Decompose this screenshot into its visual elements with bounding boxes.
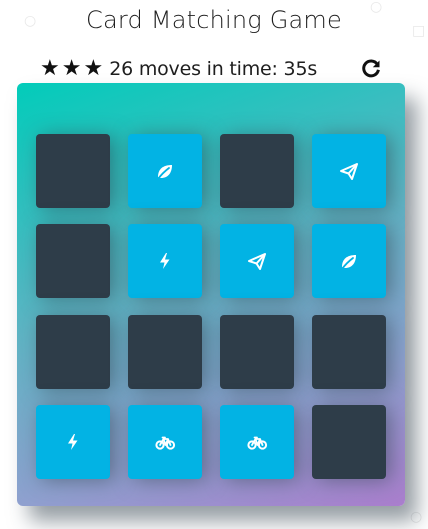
- background-circle-icon: ○: [410, 509, 423, 525]
- card-closed[interactable]: [220, 134, 294, 208]
- star-rating: ★ ★ ★: [40, 58, 103, 80]
- bolt-icon: [68, 434, 78, 450]
- card-paper-plane[interactable]: [312, 134, 386, 208]
- card-leaf[interactable]: [312, 224, 386, 298]
- card-closed[interactable]: [220, 315, 294, 389]
- restart-button[interactable]: [360, 58, 382, 80]
- bicycle-icon: [155, 436, 176, 450]
- star-icon: ★: [83, 56, 104, 81]
- card-closed[interactable]: [36, 224, 110, 298]
- bicycle-icon: [247, 436, 268, 450]
- card-leaf[interactable]: [128, 134, 202, 208]
- card-closed[interactable]: [36, 315, 110, 389]
- card-closed[interactable]: [128, 315, 202, 389]
- game-page: ○ ○ □ ○ Card Matching Game ★ ★ ★ 26 move…: [0, 0, 428, 529]
- card-closed[interactable]: [36, 134, 110, 208]
- star-icon: ★: [40, 56, 60, 81]
- bolt-icon: [160, 253, 170, 269]
- card-bicycle[interactable]: [220, 405, 294, 479]
- card-bolt[interactable]: [128, 224, 202, 298]
- page-title: Card Matching Game: [86, 6, 342, 34]
- paper-plane-icon: [248, 253, 266, 270]
- card-deck: [17, 83, 405, 506]
- paper-plane-icon: [340, 163, 358, 180]
- card-paper-plane[interactable]: [220, 224, 294, 298]
- leaf-icon: [157, 165, 172, 180]
- restart-icon: [362, 59, 380, 78]
- card-closed[interactable]: [312, 405, 386, 479]
- star-icon: ★: [61, 56, 82, 81]
- leaf-icon: [341, 255, 356, 270]
- score-panel: ★ ★ ★ 26 moves in time: 35s: [40, 56, 384, 82]
- moves-timer-text: 26 moves in time: 35s: [109, 58, 318, 80]
- card-bicycle[interactable]: [128, 405, 202, 479]
- card-closed[interactable]: [312, 315, 386, 389]
- card-bolt[interactable]: [36, 405, 110, 479]
